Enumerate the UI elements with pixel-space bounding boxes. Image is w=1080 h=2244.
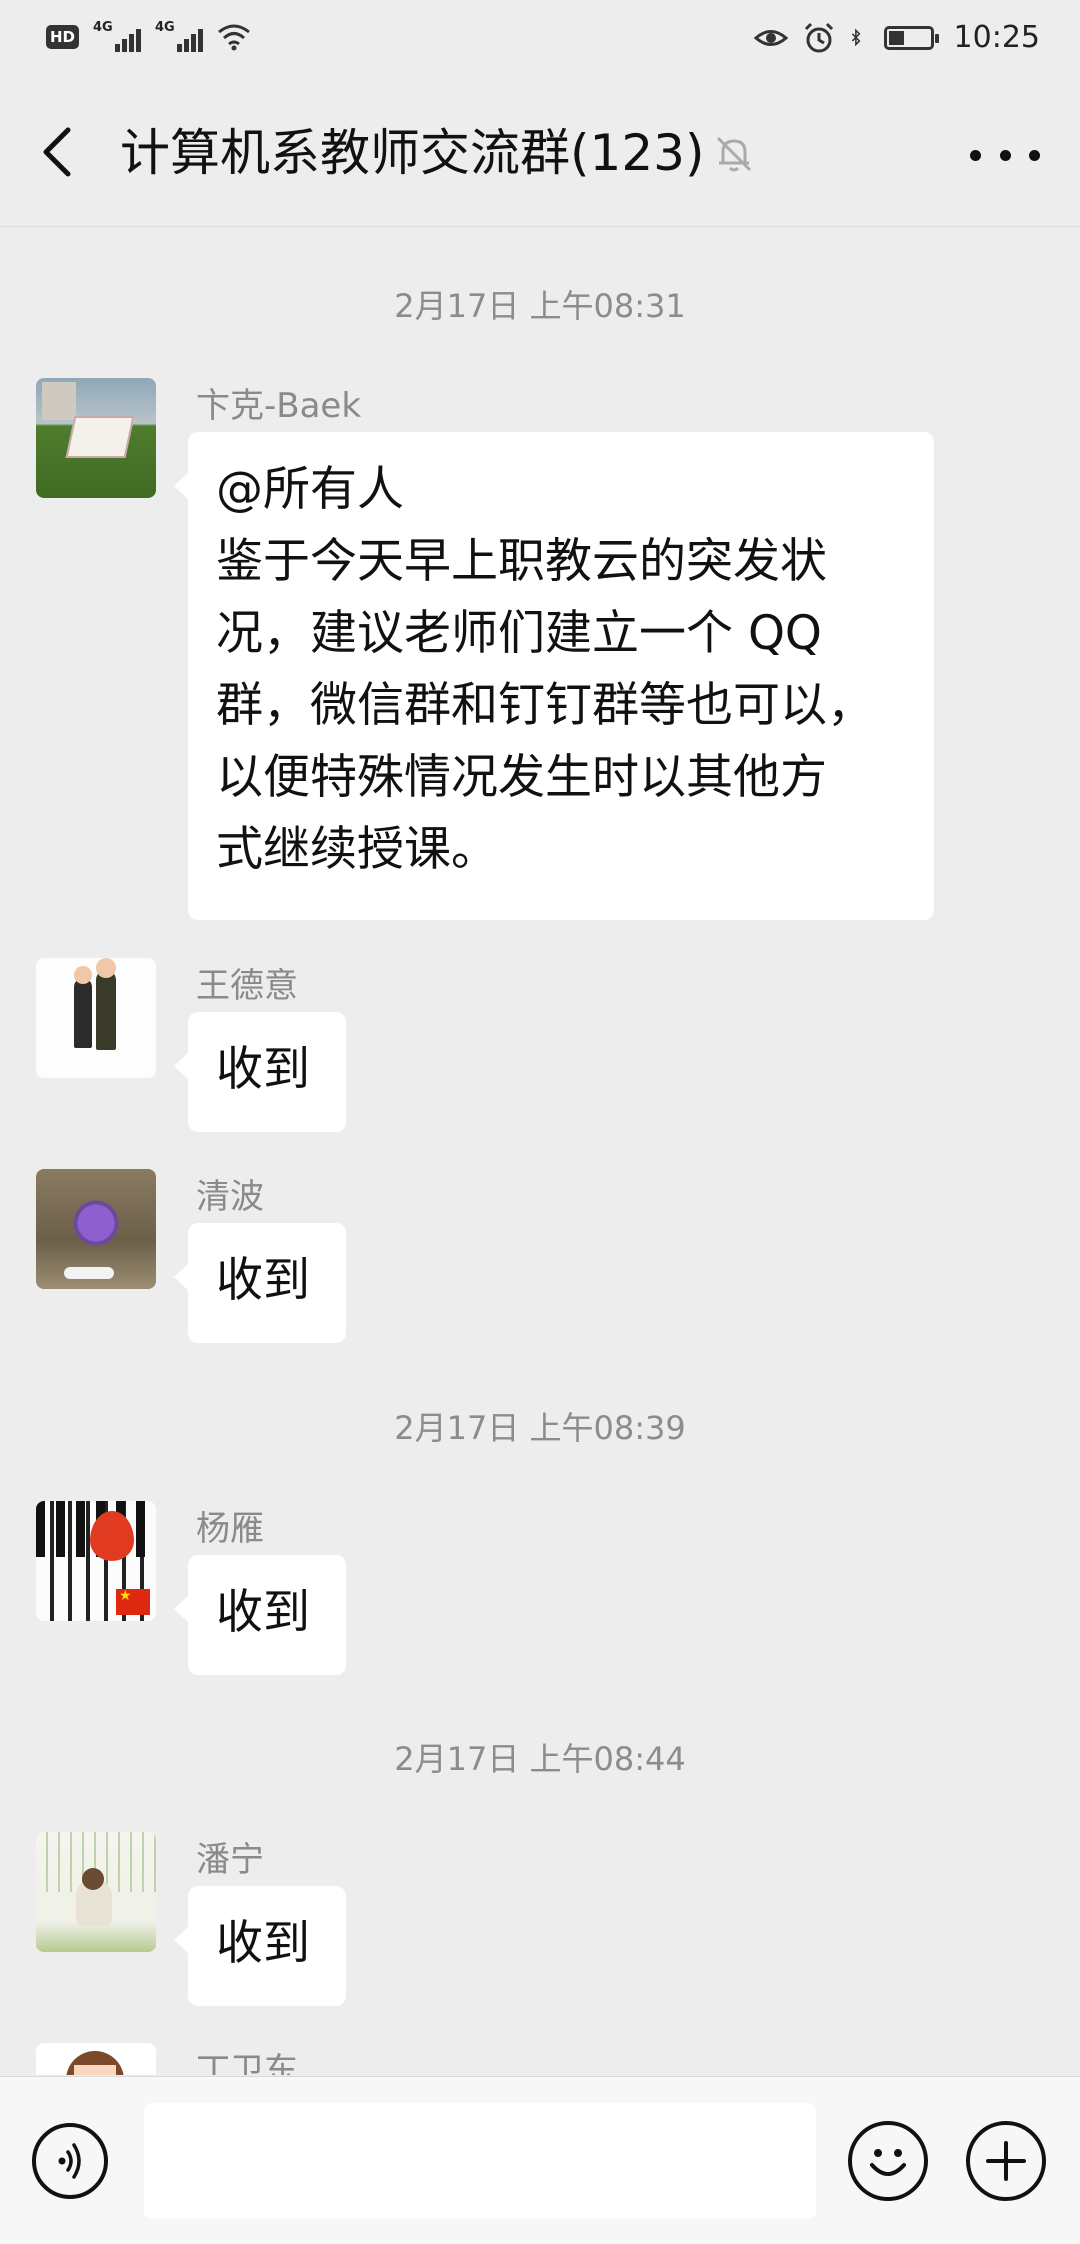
battery-icon (883, 25, 939, 50)
more-dots-icon[interactable] (970, 130, 1040, 180)
message-line: 收到 (216, 1585, 310, 1640)
message-item: 杨雁 收到 (36, 1501, 1036, 1701)
message-item: 王德意 收到 (36, 958, 1036, 1158)
sender-name: 丁卫东 (196, 2051, 298, 2075)
message-item: 潘宁 收到 (36, 1832, 1036, 2032)
sender-name: 潘宁 (196, 1840, 264, 1880)
timestamp: 2月17日 上午08:39 (394, 1409, 686, 1447)
sender-name: 王德意 (196, 966, 298, 1006)
avatar-wang[interactable] (36, 958, 156, 1078)
back-arrow-icon[interactable] (30, 122, 90, 182)
message-list[interactable]: 2月17日 上午08:31 卞克-Baek @所有人 鉴于今天早上职教云的突发状… (0, 227, 1080, 2075)
battery-fill (888, 30, 904, 45)
input-bar (0, 2076, 1080, 2244)
message-line: 收到 (216, 1253, 310, 1308)
voice-icon[interactable] (32, 2123, 108, 2199)
message-line: 式继续授课。 (216, 822, 498, 877)
chat-screen: HD 4G 4G 10:25 计算机系教师交流群(123) 2月17日 上午08… (0, 0, 1080, 2244)
message-item: 丁卫东 (36, 2043, 1036, 2075)
nav-bar: 计算机系教师交流群(123) (0, 86, 1080, 227)
message-input[interactable] (144, 2103, 816, 2219)
timestamp: 2月17日 上午08:44 (394, 1740, 686, 1778)
message-line: 收到 (216, 1042, 310, 1097)
avatar-ding[interactable] (36, 2043, 156, 2075)
signal-sim1-icon: 4G (93, 20, 142, 52)
message-line: 群，微信群和钉钉群等也可以， (216, 678, 874, 733)
bluetooth-icon (851, 28, 861, 46)
message-item: 卞克-Baek @所有人 鉴于今天早上职教云的突发状 况，建议老师们建立一个 Q… (36, 378, 1036, 920)
message-line: 鉴于今天早上职教云的突发状 (216, 534, 827, 589)
sender-name: 杨雁 (196, 1509, 264, 1549)
message-bubble[interactable]: 收到 (174, 1555, 346, 1675)
message-item: 清波 收到 (36, 1169, 1036, 1369)
avatar-pan[interactable] (36, 1832, 156, 1952)
message-bubble[interactable]: @所有人 鉴于今天早上职教云的突发状 况，建议老师们建立一个 QQ 群，微信群和… (174, 432, 934, 920)
signal-sim2-icon: 4G (155, 20, 204, 52)
status-time: 10:25 (953, 20, 1040, 55)
status-left: HD 4G 4G (46, 20, 251, 52)
sender-name: 卞克-Baek (196, 386, 362, 426)
message-bubble[interactable]: 收到 (174, 1886, 346, 2006)
message-line: 收到 (216, 1916, 310, 1971)
avatar-yang[interactable] (36, 1501, 156, 1621)
page-title: 计算机系教师交流群(123) (120, 124, 705, 182)
avatar-baek[interactable] (36, 378, 156, 498)
emoji-icon[interactable] (848, 2121, 928, 2201)
message-bubble[interactable]: 收到 (174, 1012, 346, 1132)
wifi-icon (218, 24, 250, 51)
status-bar: HD 4G 4G 10:25 (0, 0, 1080, 86)
message-line: @所有人 (216, 462, 404, 517)
message-line: 况，建议老师们建立一个 QQ (216, 606, 822, 661)
plus-icon[interactable] (966, 2121, 1046, 2201)
message-line: 以便特殊情况发生时以其他方 (216, 750, 827, 805)
timestamp: 2月17日 上午08:31 (394, 287, 686, 325)
sim1-label: 4G (93, 20, 113, 35)
alarm-icon (804, 22, 833, 52)
message-bubble[interactable]: 收到 (174, 1223, 346, 1343)
eye-icon (753, 29, 788, 46)
sender-name: 清波 (196, 1177, 264, 1217)
sim2-label: 4G (155, 20, 175, 35)
hd-badge: HD (46, 25, 80, 49)
mute-bell-icon (716, 136, 752, 172)
status-right: 10:25 (753, 20, 1040, 55)
avatar-qingbo[interactable] (36, 1169, 156, 1289)
